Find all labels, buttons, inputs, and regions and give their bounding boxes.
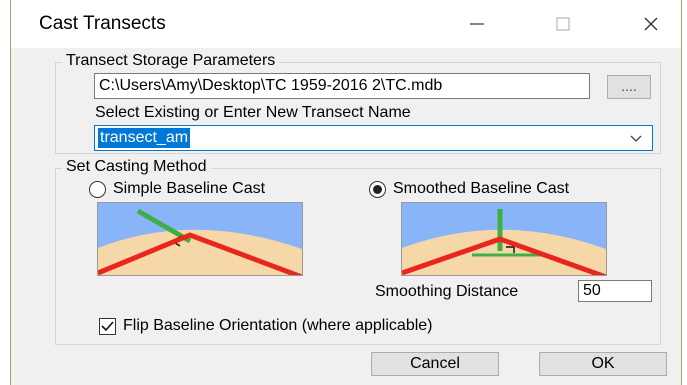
cast-transects-dialog: Cast Transects Transect Storage Paramete… <box>10 0 682 385</box>
casting-method-group-label: Set Casting Method <box>62 158 211 176</box>
maximize-button[interactable] <box>535 4 591 44</box>
database-path-field[interactable]: C:\Users\Amy\Desktop\TC 1959-2016 2\TC.m… <box>94 73 590 99</box>
radio-selected-dot <box>373 185 382 194</box>
simple-cast-diagram <box>98 203 302 275</box>
transect-name-combobox[interactable]: transect_am <box>94 125 653 151</box>
browse-button[interactable]: .... <box>607 75 651 99</box>
close-button[interactable] <box>623 4 679 44</box>
smoothing-distance-field[interactable]: 50 <box>578 280 652 302</box>
close-icon <box>644 17 658 31</box>
simple-cast-radio[interactable] <box>89 181 106 198</box>
smoothing-distance-label: Smoothing Distance <box>375 283 519 300</box>
smoothed-cast-diagram <box>402 203 606 275</box>
cancel-button[interactable]: Cancel <box>371 352 499 376</box>
window-title: Cast Transects <box>39 13 166 34</box>
smoothed-cast-label[interactable]: Smoothed Baseline Cast <box>393 180 569 198</box>
maximize-icon <box>556 17 570 31</box>
simple-cast-label[interactable]: Simple Baseline Cast <box>113 180 265 198</box>
minimize-icon <box>470 23 484 25</box>
minimize-button[interactable] <box>449 4 505 44</box>
simple-cast-illustration <box>97 202 303 276</box>
flip-baseline-checkbox[interactable] <box>99 318 116 335</box>
smoothed-cast-radio[interactable] <box>369 181 386 198</box>
transect-storage-group-label: Transect Storage Parameters <box>62 52 280 70</box>
ok-button[interactable]: OK <box>539 352 667 376</box>
chevron-down-icon[interactable] <box>628 130 644 146</box>
transect-name-label: Select Existing or Enter New Transect Na… <box>95 104 411 121</box>
title-bar: Cast Transects <box>11 0 681 48</box>
flip-baseline-label[interactable]: Flip Baseline Orientation (where applica… <box>123 317 433 335</box>
transect-name-value[interactable]: transect_am <box>98 128 191 148</box>
checkmark-icon <box>101 321 114 332</box>
smoothed-cast-illustration <box>401 202 607 276</box>
